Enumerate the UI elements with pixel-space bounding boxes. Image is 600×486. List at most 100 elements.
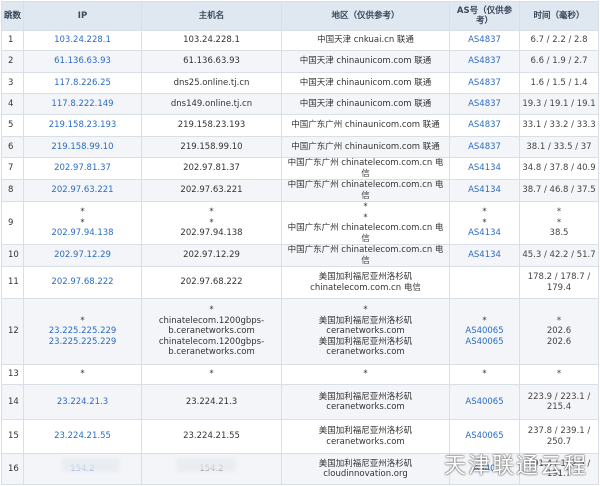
ip-link[interactable]: 219.158.99.10	[26, 142, 139, 153]
table-row: 9 * * 202.97.94.138 * * 202.97.94.138 * * 中国广东广州 …	[1, 201, 599, 245]
time-cell: 33.1 / 33.2 / 33.3	[519, 114, 599, 137]
region-text: *	[363, 202, 368, 213]
region-cell: * * 中国广东广州 chinatelecom.com.cn 电信	[281, 201, 450, 245]
as-cell: AS4134	[449, 157, 520, 180]
redaction-blur-ip	[62, 458, 120, 472]
hop-cell: 8	[1, 179, 24, 202]
as-text: *	[482, 217, 487, 228]
table-row: 5 219.158.23.193 219.158.23.193 中国广东广州 chin…	[1, 114, 599, 137]
as-cell: AS40065	[449, 384, 520, 420]
time-text: *	[556, 207, 562, 218]
table-header-row: 跳数 IP 主机名 地区（仅供参考） AS号（仅供参考） 时间（毫秒）	[1, 1, 599, 31]
host-text: 202.97.63.221	[180, 185, 243, 196]
time-text: 202.6	[546, 336, 572, 347]
ip-cell: 23.224.21.3	[23, 384, 142, 420]
time-text: 38.5	[549, 228, 569, 239]
region-text: 美国加利福尼亚州洛杉矶 ceranetworks.com	[318, 391, 413, 413]
ip-link[interactable]: 202.97.12.29	[26, 250, 139, 261]
time-cell: 45.3 / 42.2 / 51.7	[519, 244, 599, 267]
as-link[interactable]: AS4837	[452, 35, 517, 46]
region-text: 中国广东广州 chinatelecom.com.cn 电信	[287, 158, 444, 179]
table-row: 2 61.136.63.93 61.136.63.93 中国天津 chinaunico…	[1, 50, 599, 73]
ip-cell: 202.97.63.221	[23, 179, 142, 202]
as-link[interactable]: AS40065	[452, 337, 517, 348]
time-cell: 19.3 / 19.1 / 19.1	[519, 93, 599, 115]
ip-cell: 219.158.99.10	[23, 136, 142, 158]
ip-link[interactable]: 202.97.63.221	[26, 185, 139, 196]
as-link[interactable]: AS4837	[452, 99, 517, 110]
ip-link[interactable]: 23.225.225.229	[26, 337, 139, 348]
as-link[interactable]: AS4837	[452, 142, 517, 153]
region-cell: 中国天津 chinaunicom.com 联通	[281, 72, 450, 94]
ip-cell: 219.158.23.193	[23, 114, 142, 137]
ip-cell: 117.8.226.25	[23, 72, 142, 94]
ip-link[interactable]: 202.97.81.37	[26, 163, 139, 174]
ip-link[interactable]: 202.97.68.222	[26, 277, 139, 288]
region-text: 中国广东广州 chinaunicom.com 联通	[291, 120, 440, 131]
region-cell: 美国加利福尼亚州洛杉矶 ceranetworks.com	[281, 384, 450, 420]
hop-cell: 7	[1, 157, 24, 180]
ip-link[interactable]: 117.8.222.149	[26, 99, 139, 110]
table-row: 8 202.97.63.221 202.97.63.221 中国广东广州 chinat…	[1, 179, 599, 202]
time-text: 237.8 / 239.1 /	[527, 426, 591, 436]
as-link[interactable]: AS4134	[452, 163, 517, 174]
as-link[interactable]: AS4837	[452, 120, 517, 131]
host-text: *	[209, 207, 214, 218]
as-link[interactable]: AS4134	[452, 228, 517, 239]
as-cell: * AS40065 AS40065	[449, 298, 520, 365]
as-link[interactable]: AS40065	[452, 326, 517, 337]
as-link[interactable]: AS4837	[452, 78, 517, 89]
region-cell: 中国广东广州 chinaunicom.com 联通	[281, 114, 450, 137]
host-text: 219.158.23.193	[177, 120, 246, 131]
region-text: chinatelecom.com.cn 电信	[310, 282, 421, 293]
host-text: *	[209, 217, 214, 228]
region-text: 美国加利福尼亚州洛杉矶 ceranetworks.com	[318, 336, 413, 358]
host-text: dns25.online.tj.cn	[173, 77, 250, 88]
region-text: 中国广东广州 chinatelecom.com.cn 电信	[287, 223, 444, 244]
time-text: 1.6 / 1.5 / 1.4	[530, 77, 588, 88]
time-cell: *	[519, 364, 599, 385]
host-cell: dns25.online.tj.cn	[141, 72, 282, 94]
host-cell: * * 202.97.94.138	[141, 201, 282, 245]
region-cell: 中国广东广州 chinatelecom.com.cn 电信	[281, 179, 450, 202]
header-time: 时间（毫秒）	[519, 1, 599, 31]
hop-cell: 3	[1, 72, 24, 94]
ip-cell: 202.97.81.37	[23, 157, 142, 180]
table-row: 3 117.8.226.25 dns25.online.tj.cn 中国天津 chin…	[1, 72, 599, 94]
ip-text: *	[80, 207, 85, 218]
time-cell: * * 38.5	[519, 201, 599, 245]
header-ip: IP	[23, 1, 142, 31]
host-cell: 202.97.81.37	[141, 157, 282, 180]
ip-link[interactable]: 23.225.225.229	[26, 326, 139, 337]
host-cell: 219.158.99.10	[141, 136, 282, 158]
as-link[interactable]: AS40065	[452, 431, 517, 442]
region-text: 美国加利福尼亚州洛杉矶	[318, 272, 413, 282]
ip-text: *	[80, 369, 85, 380]
region-cell: * 美国加利福尼亚州洛杉矶 ceranetworks.com 美国加利福尼亚州洛杉矶…	[281, 298, 450, 365]
time-text: 34.8 / 37.8 / 40.9	[522, 163, 596, 174]
region-text: 中国广东广州 chinaunicom.com 联通	[291, 141, 440, 152]
time-text: 19.3 / 19.1 / 19.1	[522, 98, 596, 109]
host-text: 202.97.81.37	[183, 163, 240, 174]
hop-cell: 15	[1, 419, 24, 454]
ip-link[interactable]: 202.97.94.138	[26, 228, 139, 239]
as-link[interactable]: AS4134	[452, 250, 517, 261]
host-text: chinatelecom.1200gbps-	[158, 336, 265, 347]
time-cell: 223.9 / 223.1 /215.4	[519, 384, 599, 420]
time-text: *	[556, 217, 562, 228]
ip-link[interactable]: 23.224.21.3	[26, 397, 139, 408]
ip-link[interactable]: 219.158.23.193	[26, 120, 139, 131]
ip-link[interactable]: 103.24.228.1	[26, 35, 139, 46]
as-link[interactable]: AS4134	[452, 185, 517, 196]
ip-link[interactable]: 23.224.21.55	[26, 431, 139, 442]
ip-link[interactable]: 117.8.226.25	[26, 78, 139, 89]
as-link[interactable]: AS40065	[452, 397, 517, 408]
host-text: 219.158.99.10	[180, 141, 243, 152]
as-cell: AS4837	[449, 114, 520, 137]
ip-cell: 61.136.63.93	[23, 50, 142, 73]
region-cell: 美国加利福尼亚州洛杉矶 ceranetworks.com	[281, 419, 450, 454]
header-as: AS号（仅供参考）	[449, 1, 520, 31]
ip-link[interactable]: 61.136.63.93	[26, 56, 139, 67]
host-cell: 202.97.63.221	[141, 179, 282, 202]
as-link[interactable]: AS4837	[452, 56, 517, 67]
